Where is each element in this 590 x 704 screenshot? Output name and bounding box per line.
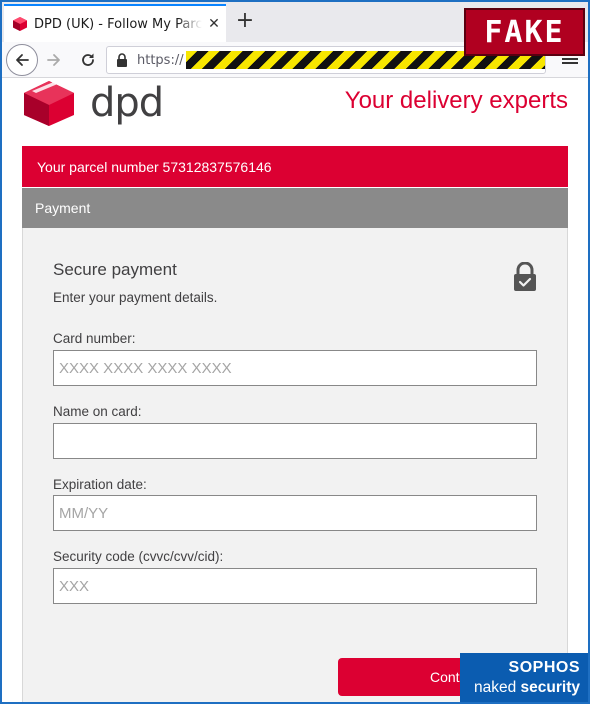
arrow-left-icon [16, 54, 29, 66]
sophos-watermark: SOPHOS naked security [460, 653, 588, 702]
back-button[interactable] [6, 44, 38, 76]
dpd-cube-icon [12, 16, 28, 32]
new-tab-button[interactable]: + [234, 10, 256, 32]
close-tab-icon[interactable]: ✕ [206, 16, 222, 32]
expiration-date-label: Expiration date: [53, 477, 147, 492]
reload-icon [82, 53, 94, 66]
form-title: Secure payment [53, 260, 177, 279]
arrow-right-icon [47, 54, 60, 66]
card-number-label: Card number: [53, 331, 136, 346]
form-subtitle: Enter your payment details. [53, 290, 218, 305]
reload-button[interactable] [78, 50, 98, 70]
forward-button[interactable] [44, 50, 64, 70]
fake-badge: FAKE [464, 8, 585, 56]
lock-icon [115, 52, 129, 68]
payment-form: Secure payment Enter your payment detail… [22, 228, 578, 702]
lock-icon [514, 262, 536, 291]
url-text: https:// [137, 52, 184, 68]
page-content: dpd Your delivery experts Your parcel nu… [2, 79, 588, 702]
sophos-brand: SOPHOS [508, 659, 580, 676]
browser-tab[interactable]: DPD (UK) - Follow My Parcel ✕ [4, 4, 226, 42]
tagline: Your delivery experts [344, 87, 568, 114]
dpd-cube-icon [24, 81, 74, 126]
sophos-naked: naked [474, 679, 521, 696]
security-code-label: Security code (cvvc/cvv/cid): [53, 549, 224, 564]
expiration-date-input[interactable] [53, 495, 537, 531]
dpd-wordmark: dpd [90, 80, 164, 126]
payment-section-header: Payment [22, 188, 568, 228]
tab-title: DPD (UK) - Follow My Parcel [34, 16, 202, 32]
name-on-card-input[interactable] [53, 423, 537, 459]
name-on-card-label: Name on card: [53, 404, 142, 419]
browser-window: DPD (UK) - Follow My Parcel ✕ + https://… [0, 0, 590, 704]
dpd-logo[interactable]: dpd [22, 79, 164, 127]
security-code-input[interactable] [53, 568, 537, 604]
sophos-tagline: naked security [474, 679, 580, 697]
card-number-input[interactable] [53, 350, 537, 386]
parcel-number-banner: Your parcel number 57312837576146 [22, 146, 568, 187]
sophos-security: security [520, 679, 580, 696]
